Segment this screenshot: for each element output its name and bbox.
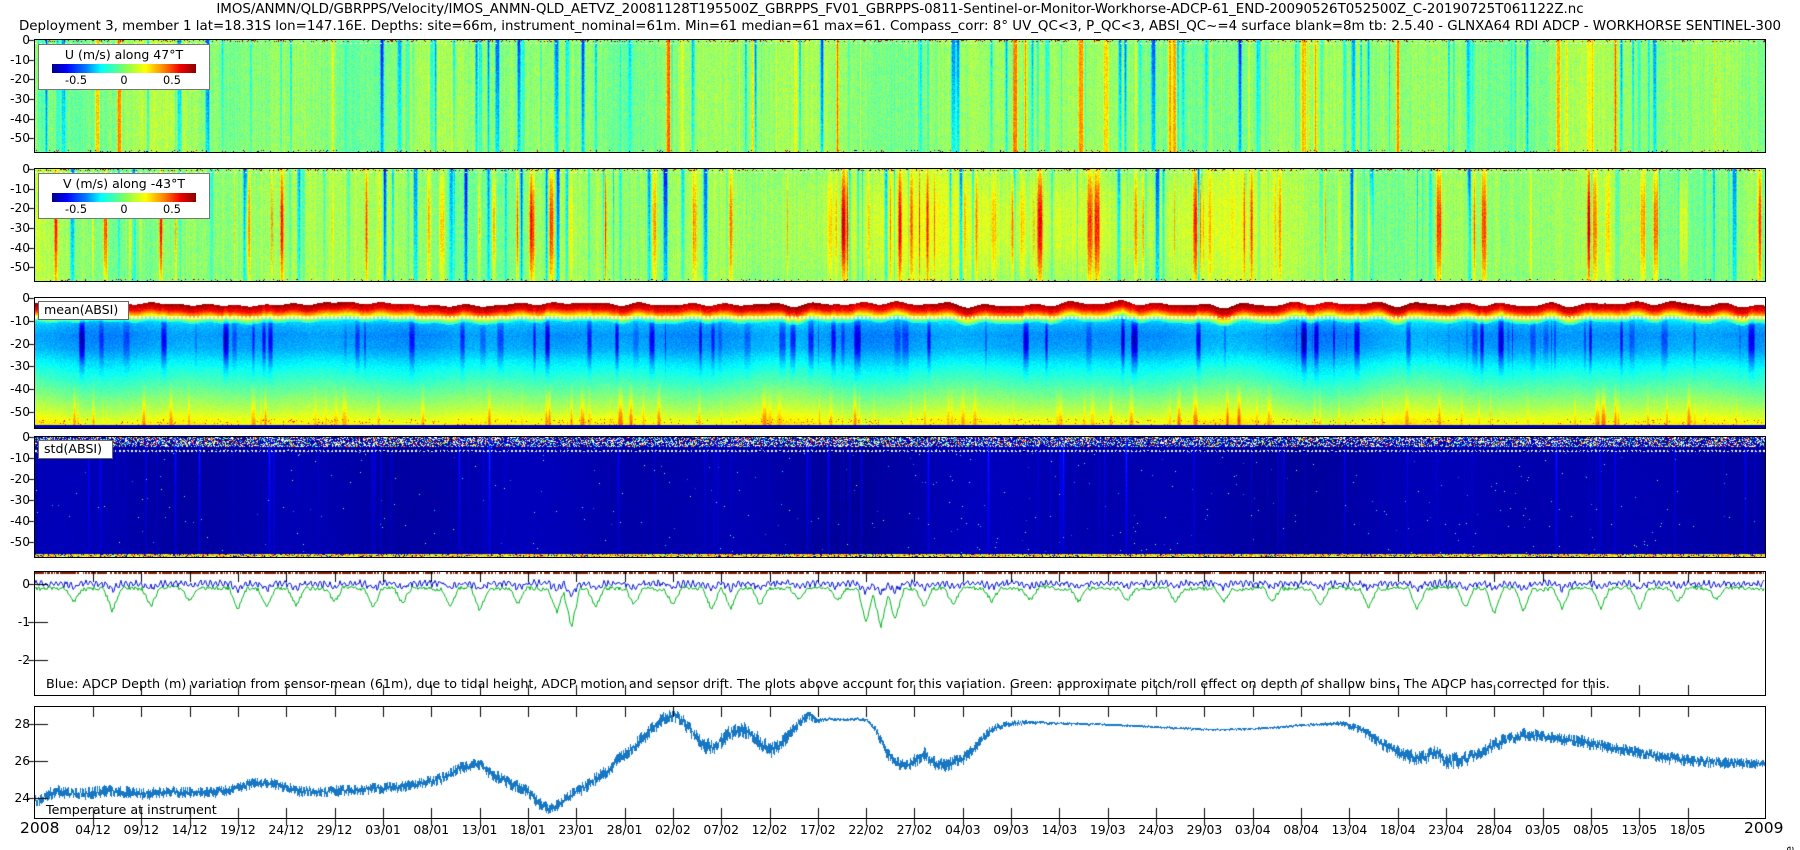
x-tick-label: 03/05 <box>1525 822 1561 837</box>
x-tick-label: 08/01 <box>413 822 449 837</box>
y-tick-label: -30 <box>0 92 30 106</box>
mean-absi-label-box: mean(ABSI) <box>38 301 129 320</box>
figure: IMOS/ANMN/QLD/GBRPPS/Velocity/IMOS_ANMN-… <box>0 0 1800 850</box>
mean-absi-heatmap-canvas <box>35 298 1765 428</box>
y-tick-label: -10 <box>0 53 30 67</box>
y-tick-label: -20 <box>0 337 30 351</box>
std-absi-heatmap-canvas <box>35 437 1765 557</box>
y-tick-label: -40 <box>0 514 30 528</box>
y-tick-label: -2 <box>0 653 30 667</box>
x-tick-label: 04/03 <box>945 822 981 837</box>
colorbar-tick-label: 0.5 <box>163 74 181 87</box>
y-tick-label: -20 <box>0 72 30 86</box>
x-tick-label: 23/04 <box>1428 822 1464 837</box>
x-tick-label: 04/12 <box>75 822 111 837</box>
x-axis-year-right: 2009 <box>1744 819 1783 837</box>
y-tick-label: -50 <box>0 535 30 549</box>
v-velocity-colorbar-ticks: -0.5 0 0.5 <box>52 202 196 217</box>
y-tick-label: 0 <box>0 162 30 176</box>
figure-title-filename: IMOS/ANMN/QLD/GBRPPS/Velocity/IMOS_ANMN-… <box>0 2 1800 17</box>
u-velocity-legend-title: U (m/s) along 47°T <box>45 47 203 62</box>
panel-v-velocity: V (m/s) along -43°T -0.5 0 0.5 <box>34 168 1766 282</box>
colorbar-tick-label: 0 <box>120 203 127 216</box>
x-tick-label: 03/01 <box>365 822 401 837</box>
y-tick-label: -1 <box>0 615 30 629</box>
colorbar-tick-label: 0.5 <box>163 203 181 216</box>
y-tick-label: -50 <box>0 405 30 419</box>
y-tick-label: -40 <box>0 241 30 255</box>
x-tick-label: 08/04 <box>1283 822 1319 837</box>
x-tick-label: 29/12 <box>317 822 353 837</box>
panel-u-velocity: U (m/s) along 47°T -0.5 0 0.5 <box>34 39 1766 153</box>
x-tick-label: 19/12 <box>220 822 256 837</box>
y-tick-label: -20 <box>0 201 30 215</box>
y-tick-label: -10 <box>0 182 30 196</box>
x-tick-label: 18/05 <box>1670 822 1706 837</box>
y-tick-label: 0 <box>0 291 30 305</box>
y-tick-label: -10 <box>0 314 30 328</box>
y-tick-label: 28 <box>0 717 30 731</box>
x-tick-label: 28/04 <box>1477 822 1513 837</box>
u-velocity-colorbar <box>52 64 196 73</box>
y-tick-label: -40 <box>0 382 30 396</box>
v-velocity-legend-title: V (m/s) along -43°T <box>45 176 203 191</box>
x-tick-label: 22/02 <box>848 822 884 837</box>
x-tick-label: 24/12 <box>268 822 304 837</box>
y-tick-label: -30 <box>0 221 30 235</box>
v-velocity-heatmap-canvas <box>35 169 1765 281</box>
x-tick-label: 17/02 <box>800 822 836 837</box>
y-tick-label: 24 <box>0 791 30 805</box>
y-tick-label: 0 <box>0 33 30 47</box>
figure-subtitle-deployment-info: Deployment 3, member 1 lat=18.31S lon=14… <box>0 19 1800 34</box>
x-tick-label: 07/02 <box>703 822 739 837</box>
x-tick-label: 18/04 <box>1380 822 1416 837</box>
colorbar-tick-label: 0 <box>120 74 127 87</box>
x-tick-label: 28/01 <box>607 822 643 837</box>
panel-depth-variation: Blue: ADCP Depth (m) variation from sens… <box>34 571 1766 696</box>
x-tick-label: 14/12 <box>172 822 208 837</box>
y-tick-label: -40 <box>0 112 30 126</box>
x-tick-label: 09/03 <box>993 822 1029 837</box>
colorbar-tick-label: -0.5 <box>65 74 87 87</box>
x-tick-label: 13/01 <box>462 822 498 837</box>
x-tick-label: 02/02 <box>655 822 691 837</box>
x-tick-label: 24/03 <box>1138 822 1174 837</box>
x-tick-label: 13/05 <box>1621 822 1657 837</box>
panel-mean-absi: mean(ABSI) <box>34 297 1766 429</box>
y-tick-label: 0 <box>0 577 30 591</box>
temperature-series-label: Temperature at instrument <box>46 802 217 817</box>
x-tick-label: 19/03 <box>1090 822 1126 837</box>
y-tick-label: -30 <box>0 493 30 507</box>
y-tick-label: -50 <box>0 260 30 274</box>
panel-std-absi: std(ABSI) <box>34 436 1766 558</box>
y-tick-label: 0 <box>0 430 30 444</box>
x-tick-label: 14/03 <box>1042 822 1078 837</box>
colorbar-tick-label: -0.5 <box>65 203 87 216</box>
x-tick-label: 13/04 <box>1332 822 1368 837</box>
y-tick-label: -20 <box>0 472 30 486</box>
y-tick-label: -50 <box>0 131 30 145</box>
x-tick-label: 23/01 <box>558 822 594 837</box>
x-tick-label: 09/12 <box>123 822 159 837</box>
x-tick-label: 08/05 <box>1573 822 1609 837</box>
u-velocity-colorbar-ticks: -0.5 0 0.5 <box>52 73 196 88</box>
v-velocity-legend: V (m/s) along -43°T -0.5 0 0.5 <box>38 173 210 219</box>
x-tick-label: 27/02 <box>897 822 933 837</box>
x-tick-label: 03/04 <box>1235 822 1271 837</box>
depth-variation-annotation: Blue: ADCP Depth (m) variation from sens… <box>46 676 1610 691</box>
x-tick-label: 12/02 <box>752 822 788 837</box>
u-velocity-legend: U (m/s) along 47°T -0.5 0 0.5 <box>38 44 210 90</box>
x-tick-label: 29/03 <box>1187 822 1223 837</box>
imos-copyright-watermark: © IMOS 04-May-2025 20:48:08 Hobart time <box>1783 846 1797 850</box>
std-absi-label-box: std(ABSI) <box>38 440 113 459</box>
x-axis-year-left: 2008 <box>20 819 59 837</box>
x-tick-label: 18/01 <box>510 822 546 837</box>
u-velocity-heatmap-canvas <box>35 40 1765 152</box>
panel-temperature: Temperature at instrument <box>34 706 1766 819</box>
temperature-line-canvas <box>35 707 1765 818</box>
y-tick-label: 26 <box>0 754 30 768</box>
v-velocity-colorbar <box>52 193 196 202</box>
y-tick-label: -30 <box>0 359 30 373</box>
y-tick-label: -10 <box>0 451 30 465</box>
